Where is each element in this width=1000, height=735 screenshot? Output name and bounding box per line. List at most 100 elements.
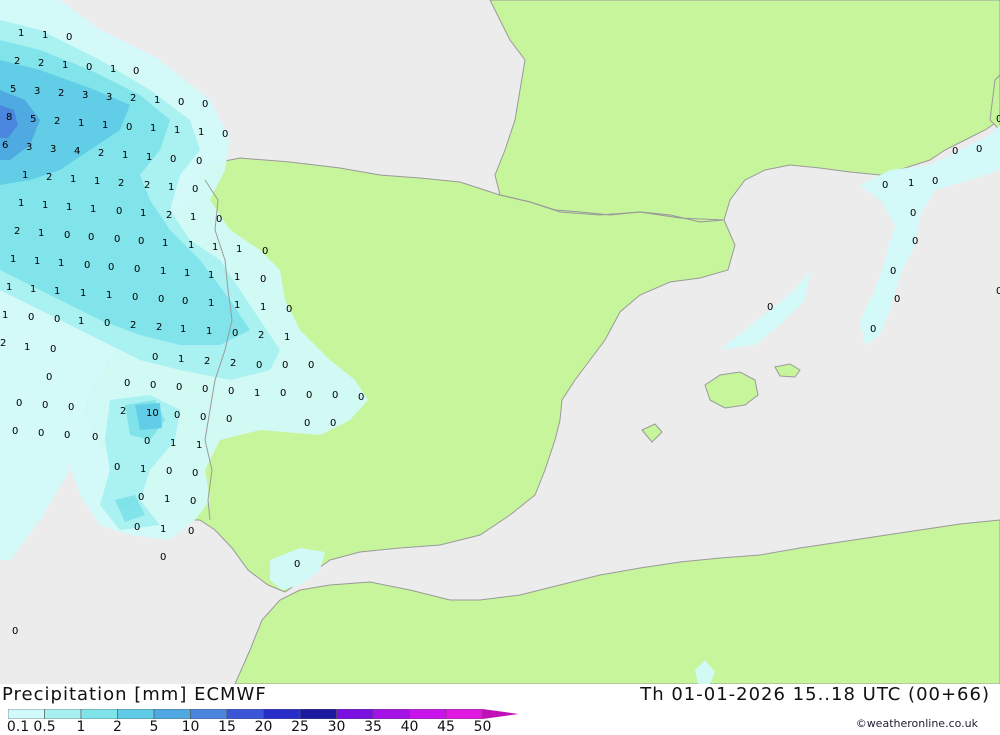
precip-value-label: 0 <box>976 144 982 155</box>
precip-value-label: 2 <box>118 178 124 189</box>
precip-value-label: 0 <box>126 122 132 133</box>
precip-value-label: 0 <box>280 388 286 399</box>
precip-value-label: 0 <box>952 146 958 157</box>
precip-value-label: 0 <box>256 360 262 371</box>
precip-value-label: 1 <box>94 176 100 187</box>
precip-value-label: 0 <box>222 129 228 140</box>
precip-value-label: 0 <box>150 380 156 391</box>
precip-value-label: 1 <box>254 388 260 399</box>
precip-value-label: 0 <box>28 312 34 323</box>
precip-value-label: 0 <box>114 234 120 245</box>
precip-value-label: 0 <box>330 418 336 429</box>
precip-value-label: 1 <box>90 204 96 215</box>
precip-value-label: 0 <box>38 428 44 439</box>
valid-time: Th 01-01-2026 15..18 UTC (00+66) <box>640 684 990 705</box>
precip-value-label: 0 <box>158 294 164 305</box>
precip-value-label: 0 <box>54 314 60 325</box>
precip-value-label: 1 <box>236 244 242 255</box>
scale-swatch <box>372 709 410 719</box>
precip-value-label: 4 <box>74 146 80 157</box>
precip-value-label: 0 <box>104 318 110 329</box>
precip-value-label: 0 <box>910 208 916 219</box>
precip-value-label: 1 <box>180 324 186 335</box>
precip-value-label: 1 <box>188 240 194 251</box>
precip-value-label: 1 <box>38 228 44 239</box>
precip-value-label: 2 <box>54 116 60 127</box>
precip-value-label: 0 <box>84 260 90 271</box>
precip-value-label: 1 <box>162 238 168 249</box>
precip-value-label: 0 <box>116 206 122 217</box>
precip-value-label: 1 <box>234 272 240 283</box>
precip-value-label: 0 <box>66 32 72 43</box>
precip-value-label: 0 <box>144 436 150 447</box>
precip-value-label: 0 <box>132 292 138 303</box>
scale-swatch <box>336 709 374 719</box>
precip-value-label: 1 <box>146 152 152 163</box>
precip-value-label: 0 <box>12 626 18 637</box>
scale-swatch <box>445 709 483 719</box>
precip-value-label: 0 <box>178 97 184 108</box>
precip-value-label: 0 <box>192 468 198 479</box>
precip-value-label: 2 <box>230 358 236 369</box>
precip-value-label: 0 <box>188 526 194 537</box>
precip-value-label: 0 <box>170 154 176 165</box>
precip-value-label: 1 <box>208 270 214 281</box>
precip-value-label: 0 <box>894 294 900 305</box>
precip-value-label: 0 <box>996 286 1000 297</box>
scale-swatch <box>80 709 118 719</box>
map-footer: Precipitation [mm] ECMWF Th 01-01-2026 1… <box>0 684 1000 735</box>
precip-value-label: 0 <box>294 559 300 570</box>
precip-value-label: 0 <box>912 236 918 247</box>
precip-value-label: 0 <box>160 552 166 563</box>
precip-value-label: 2 <box>46 172 52 183</box>
precip-value-label: 1 <box>102 120 108 131</box>
precip-value-label: 1 <box>908 178 914 189</box>
precip-value-label: 0 <box>138 492 144 503</box>
precip-value-label: 0 <box>260 274 266 285</box>
precip-value-label: 1 <box>106 290 112 301</box>
precip-value-label: 1 <box>24 342 30 353</box>
precip-value-label: 0 <box>174 410 180 421</box>
precip-value-label: 1 <box>234 300 240 311</box>
precip-value-label: 1 <box>178 354 184 365</box>
precip-value-label: 0 <box>282 360 288 371</box>
scale-swatch <box>190 709 228 719</box>
precip-value-label: 2 <box>38 58 44 69</box>
precip-value-label: 0 <box>870 324 876 335</box>
precip-value-label: 0 <box>226 414 232 425</box>
precip-value-label: 0 <box>42 400 48 411</box>
precip-value-label: 2 <box>156 322 162 333</box>
precip-value-label: 2 <box>14 56 20 67</box>
precip-value-label: 1 <box>66 202 72 213</box>
precip-value-label: 0 <box>202 384 208 395</box>
precip-value-label: 1 <box>18 28 24 39</box>
precip-value-label: 0 <box>12 426 18 437</box>
precip-value-label: 3 <box>82 90 88 101</box>
map-title: Precipitation [mm] ECMWF <box>2 684 267 705</box>
precip-value-label: 0 <box>932 176 938 187</box>
precip-value-label: 0 <box>46 372 52 383</box>
precip-value-label: 1 <box>168 182 174 193</box>
precip-value-label: 1 <box>6 282 12 293</box>
precip-value-label: 2 <box>120 406 126 417</box>
scale-swatch <box>263 709 301 719</box>
precip-value-label: 0 <box>64 430 70 441</box>
precip-value-label: 1 <box>2 310 8 321</box>
precip-value-label: 1 <box>150 123 156 134</box>
precip-value-label: 0 <box>996 114 1000 125</box>
precip-value-label: 1 <box>212 242 218 253</box>
precip-value-label: 0 <box>228 386 234 397</box>
precip-value-label: 0 <box>196 156 202 167</box>
precip-value-label: 0 <box>232 328 238 339</box>
precip-value-label: 2 <box>14 226 20 237</box>
precip-value-label: 1 <box>58 258 64 269</box>
precip-value-label: 0 <box>192 184 198 195</box>
precip-value-label: 2 <box>130 93 136 104</box>
precip-value-label: 0 <box>286 304 292 315</box>
scale-swatch <box>409 709 447 719</box>
precip-value-label: 0 <box>152 352 158 363</box>
precip-value-label: 1 <box>30 284 36 295</box>
precip-value-label: 1 <box>160 266 166 277</box>
precip-value-label: 0 <box>308 360 314 371</box>
precip-value-label: 0 <box>64 230 70 241</box>
